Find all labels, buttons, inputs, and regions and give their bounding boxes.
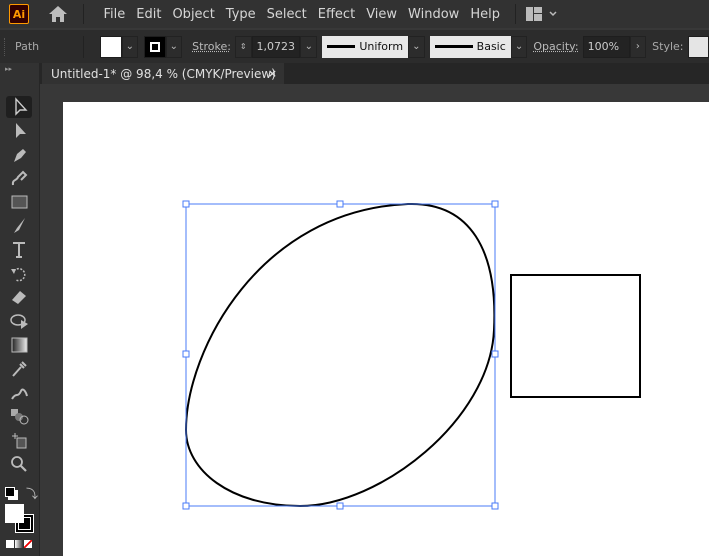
selection-handle[interactable]: [182, 350, 190, 358]
selection-handle[interactable]: [491, 502, 499, 510]
selection-handle[interactable]: [336, 200, 344, 208]
rectangle-shape[interactable]: [510, 274, 641, 398]
fill-color-indicator[interactable]: [5, 504, 24, 523]
selection-handle[interactable]: [182, 502, 190, 510]
selection-handle[interactable]: [491, 200, 499, 208]
default-colors-icon[interactable]: [5, 487, 15, 497]
canvas-layer: [182, 200, 641, 510]
color-mode-buttons[interactable]: [6, 540, 32, 548]
swap-colors-icon[interactable]: ⤵: [26, 485, 38, 502]
egg-path[interactable]: [184, 202, 496, 508]
selection-handle[interactable]: [491, 350, 499, 358]
selection-handle[interactable]: [182, 200, 190, 208]
selection-handle[interactable]: [336, 502, 344, 510]
